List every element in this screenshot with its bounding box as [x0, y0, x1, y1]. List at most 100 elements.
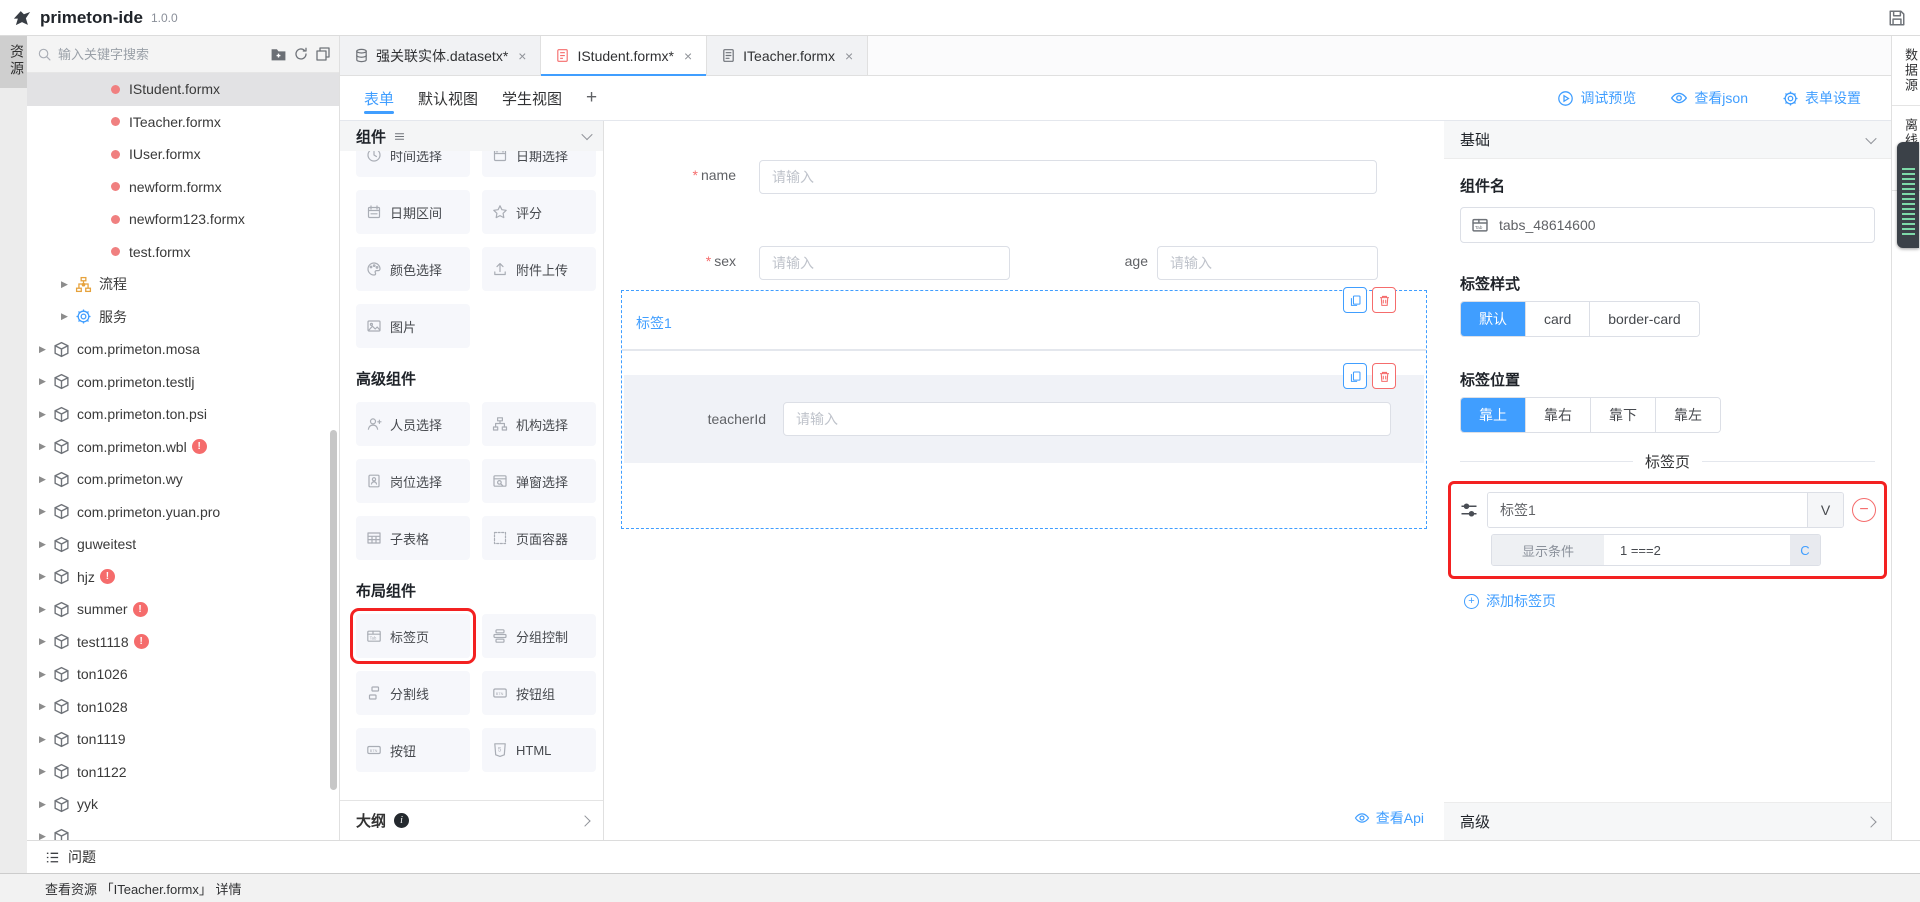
expand-arrow-icon[interactable]: ▶ — [39, 344, 49, 355]
expand-arrow-icon[interactable]: ▶ — [39, 669, 49, 680]
tree-item[interactable]: ▶yyk — [27, 788, 339, 821]
save-layout-icon[interactable] — [1888, 9, 1906, 27]
search-input[interactable] — [58, 47, 264, 62]
form-settings-button[interactable]: 表单设置 — [1782, 88, 1861, 108]
palette-item[interactable]: 日期选择 — [482, 151, 596, 177]
expand-arrow-icon[interactable]: ▶ — [39, 376, 49, 387]
tree-item[interactable]: IStudent.formx — [27, 73, 339, 106]
tab-style-option[interactable]: border-card — [1589, 302, 1698, 336]
tab-style-option[interactable]: 默认 — [1461, 302, 1525, 336]
expand-arrow-icon[interactable]: ▶ — [39, 701, 49, 712]
tree-item[interactable]: ▶guweitest — [27, 528, 339, 561]
expand-arrow-icon[interactable]: ▶ — [39, 506, 49, 517]
expand-arrow-icon[interactable]: ▶ — [61, 279, 71, 290]
close-tab-icon[interactable]: × — [518, 48, 526, 64]
tab-style-option[interactable]: card — [1525, 302, 1589, 336]
tree-item[interactable]: ▶ton1122 — [27, 756, 339, 789]
tree-item[interactable]: ▶com.primeton.ton.psi — [27, 398, 339, 431]
name-input[interactable] — [759, 160, 1377, 194]
tree-item[interactable]: ▶流程 — [27, 268, 339, 301]
tree-item[interactable]: ITeacher.formx — [27, 106, 339, 139]
sex-input[interactable] — [759, 246, 1010, 280]
palette-item[interactable]: 日期区间 — [356, 190, 470, 234]
remove-tab-button[interactable]: − — [1852, 498, 1876, 522]
expand-arrow-icon[interactable]: ▶ — [39, 766, 49, 777]
palette-item[interactable]: 分割线 — [356, 671, 470, 715]
palette-header[interactable]: 组件 — [340, 121, 603, 151]
palette-item[interactable]: 子表格 — [356, 516, 470, 560]
palette-item[interactable]: 岗位选择 — [356, 459, 470, 503]
condition-value[interactable]: 1 ===2 — [1604, 535, 1790, 565]
problems-bar[interactable]: 问题 — [27, 840, 1920, 873]
palette-item[interactable]: 机构选择 — [482, 402, 596, 446]
tree-item[interactable]: ▶服务 — [27, 301, 339, 334]
outline-section[interactable]: 大纲 i — [340, 800, 603, 840]
debug-preview-button[interactable]: 调试预览 — [1557, 88, 1636, 108]
palette-item[interactable]: 评分 — [482, 190, 596, 234]
tree-item[interactable]: ▶ton1026 — [27, 658, 339, 691]
tree-item[interactable]: ▶com.primeton.wy — [27, 463, 339, 496]
widget-tab-label[interactable]: 标签1 — [636, 313, 672, 333]
rail-tab-resources[interactable]: 资源 — [0, 36, 27, 88]
sliders-icon[interactable] — [1459, 500, 1479, 520]
teacher-field-row[interactable]: teacherId — [624, 375, 1424, 463]
add-view-button[interactable]: + — [586, 76, 597, 120]
tree-item[interactable]: ▶hjz! — [27, 561, 339, 594]
palette-item[interactable]: 图片 — [356, 304, 470, 348]
palette-item[interactable]: 人员选择 — [356, 402, 470, 446]
view-json-button[interactable]: 查看json — [1670, 88, 1748, 108]
tree-item[interactable]: ▶test1118! — [27, 626, 339, 659]
expand-arrow-icon[interactable]: ▶ — [39, 409, 49, 420]
close-tab-icon[interactable]: × — [845, 48, 853, 64]
age-input[interactable] — [1157, 246, 1378, 280]
refresh-icon[interactable] — [293, 46, 309, 62]
close-tab-icon[interactable]: × — [684, 48, 692, 64]
tab-position-option[interactable]: 靠右 — [1525, 398, 1590, 432]
chevron-down-icon[interactable] — [581, 129, 592, 140]
teacherid-input[interactable] — [783, 402, 1391, 436]
copy-field-button[interactable] — [1343, 363, 1367, 389]
tree-item[interactable]: ▶com.primeton.testlj — [27, 366, 339, 399]
expand-arrow-icon[interactable]: ▶ — [39, 571, 49, 582]
advanced-section-header[interactable]: 高级 — [1444, 802, 1891, 840]
condition-clear-button[interactable]: C — [1790, 535, 1820, 565]
collapse-all-icon[interactable] — [315, 46, 331, 62]
tab-student-view[interactable]: 学生视图 — [502, 76, 562, 120]
tree-item[interactable]: newform.formx — [27, 171, 339, 204]
tab-position-option[interactable]: 靠下 — [1590, 398, 1655, 432]
expand-arrow-icon[interactable]: ▶ — [39, 831, 49, 840]
palette-item[interactable]: 时间选择 — [356, 151, 470, 177]
tree-item-partial[interactable]: ▶ — [27, 821, 339, 841]
tree-item[interactable]: ▶summer! — [27, 593, 339, 626]
tab-picker-button[interactable]: V — [1807, 493, 1843, 527]
palette-item[interactable]: 5HTML — [482, 728, 596, 772]
tab-position-option[interactable]: 靠左 — [1655, 398, 1720, 432]
tab-default-view[interactable]: 默认视图 — [418, 76, 478, 120]
add-tab-page-link[interactable]: + 添加标签页 — [1464, 591, 1556, 611]
expand-arrow-icon[interactable]: ▶ — [39, 636, 49, 647]
palette-item[interactable]: 页面容器 — [482, 516, 596, 560]
tree-item[interactable]: ▶com.primeton.wbl! — [27, 431, 339, 464]
tabs-widget[interactable]: 标签1 teacherId — [621, 290, 1427, 529]
new-folder-icon[interactable] — [270, 46, 287, 63]
tab-form[interactable]: 表单 — [364, 76, 394, 120]
tree-item[interactable]: ▶com.primeton.yuan.pro — [27, 496, 339, 529]
palette-item[interactable]: BTN按钮组 — [482, 671, 596, 715]
tree-item[interactable]: IUser.formx — [27, 138, 339, 171]
delete-field-button[interactable] — [1372, 363, 1396, 389]
palette-item[interactable]: 附件上传 — [482, 247, 596, 291]
editor-tab-istudent[interactable]: IStudent.formx* × — [541, 36, 707, 75]
palette-item[interactable]: 弹窗选择 — [482, 459, 596, 503]
editor-tab-iteacher[interactable]: ITeacher.formx × — [707, 36, 868, 75]
tree-scrollbar[interactable] — [330, 430, 337, 790]
copy-widget-button[interactable] — [1343, 287, 1367, 313]
expand-arrow-icon[interactable]: ▶ — [39, 441, 49, 452]
basic-section-header[interactable]: 基础 — [1444, 121, 1891, 159]
expand-arrow-icon[interactable]: ▶ — [39, 604, 49, 615]
expand-arrow-icon[interactable]: ▶ — [39, 539, 49, 550]
view-api-link[interactable]: 查看Api — [1354, 808, 1424, 828]
tree-item[interactable]: test.formx — [27, 236, 339, 269]
palette-item-tabs-highlighted[interactable]: Tab标签页 — [356, 614, 470, 658]
palette-item[interactable]: 分组控制 — [482, 614, 596, 658]
expand-arrow-icon[interactable]: ▶ — [39, 734, 49, 745]
